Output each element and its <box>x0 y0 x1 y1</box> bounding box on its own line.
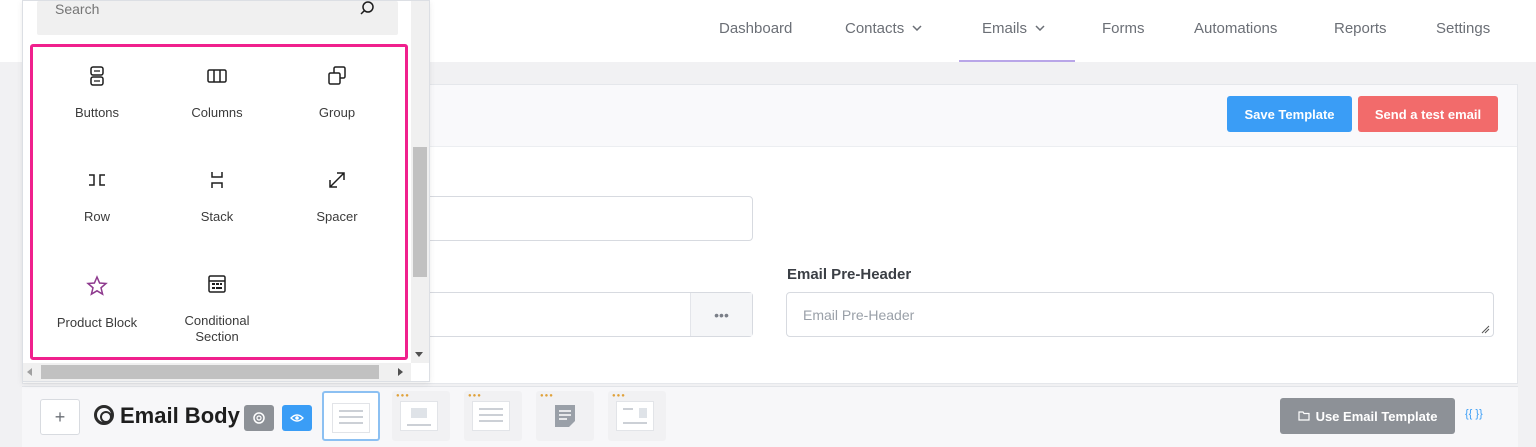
thumb-dots: ●●● <box>540 393 554 399</box>
thumb-line <box>479 420 503 422</box>
block-label: Row <box>83 209 110 224</box>
thumb-line <box>479 414 503 416</box>
thumb-line <box>339 422 363 424</box>
block-label: Conditional Section <box>184 313 250 344</box>
note-icon <box>555 405 575 427</box>
conditional-icon <box>208 275 226 293</box>
block-label: Stack <box>200 209 234 224</box>
search-icon <box>360 1 374 15</box>
chevron-down-icon <box>1035 25 1045 31</box>
thumb-card <box>616 401 654 431</box>
nav-contacts-label: Contacts <box>845 20 905 37</box>
use-email-template-label: Use Email Template <box>1315 408 1438 424</box>
eye-icon <box>290 414 304 422</box>
nav-emails[interactable]: Emails <box>982 20 1045 37</box>
scroll-right-arrow-icon[interactable] <box>398 368 403 376</box>
thumb-line <box>623 422 647 424</box>
thumb-card <box>400 401 438 431</box>
scroll-down-arrow-icon[interactable] <box>415 352 423 357</box>
scrollbar-thumb[interactable] <box>413 147 427 277</box>
preheader-label: Email Pre-Header <box>787 266 912 283</box>
email-body-toolbar: + Email Body ●●● ●●● ●●● ●●● Use Email T… <box>22 386 1518 447</box>
template-thumb-4[interactable]: ●●● <box>536 391 594 441</box>
block-search-input[interactable]: Search <box>37 1 398 35</box>
thumb-code <box>623 408 633 410</box>
stack-icon <box>211 172 223 188</box>
block-columns[interactable]: Columns <box>157 64 277 121</box>
email-body-heading: Email Body <box>94 403 240 429</box>
block-buttons[interactable]: Buttons <box>37 64 157 121</box>
resize-handle-icon[interactable] <box>1481 325 1490 334</box>
block-product[interactable]: Product Block <box>37 274 157 331</box>
more-options-button[interactable]: ••• <box>690 293 752 336</box>
buttons-icon <box>90 66 104 86</box>
thumb-image <box>411 408 427 418</box>
subject-input[interactable] <box>403 196 753 241</box>
horizontal-scrollbar[interactable] <box>23 363 411 381</box>
nav-reports[interactable]: Reports <box>1334 20 1387 37</box>
smartcodes-button[interactable]: {{ }} <box>1465 408 1483 420</box>
block-label: Columns <box>191 105 243 120</box>
star-icon <box>86 275 108 296</box>
email-body-title-text: Email Body <box>120 403 240 428</box>
thumb-line <box>339 416 363 418</box>
template-thumb-2[interactable]: ●●● <box>392 391 450 441</box>
nav-forms[interactable]: Forms <box>1102 20 1145 37</box>
columns-icon <box>207 69 227 83</box>
nav-automations[interactable]: Automations <box>1194 20 1277 37</box>
block-label: Group <box>318 105 356 120</box>
add-block-button[interactable]: + <box>40 399 80 435</box>
thumb-dots: ●●● <box>612 393 626 399</box>
nav-emails-label: Emails <box>982 20 1028 37</box>
block-group[interactable]: Group <box>277 64 397 121</box>
template-thumb-5[interactable]: ●●● <box>608 391 666 441</box>
vertical-scrollbar[interactable] <box>411 1 429 363</box>
preview-button[interactable] <box>282 405 312 431</box>
preheader-placeholder: Email Pre-Header <box>803 307 915 323</box>
block-stack[interactable]: Stack <box>157 168 277 225</box>
template-thumb-1[interactable] <box>322 391 380 441</box>
use-email-template-button[interactable]: Use Email Template <box>1280 398 1455 434</box>
row-icon <box>89 174 105 186</box>
save-template-button[interactable]: Save Template <box>1227 96 1352 132</box>
group-icon <box>328 66 346 85</box>
scroll-left-arrow-icon[interactable] <box>27 368 32 376</box>
nav-active-indicator <box>959 60 1075 62</box>
from-input[interactable]: ••• <box>403 292 753 337</box>
block-label: Product Block <box>56 315 138 330</box>
thumb-line <box>407 424 431 426</box>
scrollbar-thumb[interactable] <box>41 365 379 379</box>
nav-contacts[interactable]: Contacts <box>845 20 922 37</box>
preheader-textarea[interactable]: Email Pre-Header <box>786 292 1494 337</box>
search-placeholder: Search <box>55 1 100 17</box>
spacer-icon <box>329 172 345 188</box>
block-label: Buttons <box>74 105 120 120</box>
thumb-image <box>639 408 647 418</box>
nav-dashboard[interactable]: Dashboard <box>719 20 792 37</box>
block-conditional[interactable]: Conditional Section <box>157 272 277 345</box>
thumb-card <box>332 403 370 433</box>
block-label: Spacer <box>316 209 358 224</box>
block-row[interactable]: Row <box>37 168 157 225</box>
thumb-dots: ●●● <box>468 393 482 399</box>
thumb-line <box>479 408 503 410</box>
send-test-email-button[interactable]: Send a test email <box>1358 96 1498 132</box>
lifebuoy-icon <box>94 405 114 425</box>
folder-icon <box>1297 411 1310 421</box>
thumb-card <box>472 401 510 431</box>
thumb-line <box>339 410 363 412</box>
nav-settings[interactable]: Settings <box>1436 20 1490 37</box>
chevron-down-icon <box>912 25 922 31</box>
help-button[interactable] <box>244 405 274 431</box>
template-thumb-3[interactable]: ●●● <box>464 391 522 441</box>
thumb-dots: ●●● <box>396 393 410 399</box>
block-spacer[interactable]: Spacer <box>277 168 397 225</box>
lifebuoy-small-icon <box>253 412 265 424</box>
block-inserter-popover: Search Buttons Columns Group Row Stack S… <box>22 0 430 382</box>
